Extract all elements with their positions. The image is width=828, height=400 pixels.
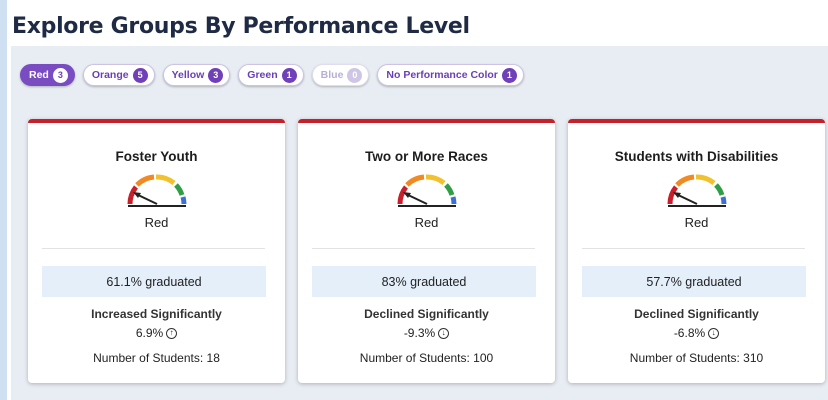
filter-count-badge: 0: [347, 67, 363, 83]
filter-no-performance-color[interactable]: No Performance Color 1: [377, 64, 524, 86]
change-label: Increased Significantly: [91, 307, 222, 321]
student-count: Number of Students: 310: [629, 351, 764, 365]
change-value: 6.9%: [135, 326, 164, 340]
filter-yellow[interactable]: Yellow 3: [162, 64, 231, 86]
page-title: Explore Groups By Performance Level: [12, 14, 470, 39]
filter-label: Blue: [320, 69, 344, 81]
filter-label: Red: [29, 69, 49, 81]
filter-label: Orange: [91, 69, 129, 81]
filter-label: Yellow: [171, 69, 205, 81]
arrow-up-circle-icon: ↑: [166, 327, 178, 339]
change-value-row: -9.3% ↓: [298, 326, 555, 340]
filter-count-badge: 3: [208, 67, 224, 83]
performance-level: Red: [144, 215, 169, 230]
graduation-rate: 57.7% graduated: [582, 266, 806, 297]
filter-green[interactable]: Green 1: [238, 64, 304, 86]
group-name: Students with Disabilities: [614, 149, 779, 164]
change-value-row: -6.8% ↓: [568, 326, 825, 340]
filter-count-badge: 1: [281, 67, 297, 83]
arrow-down-circle-icon: ↓: [438, 327, 450, 339]
change-value-row: 6.9% ↑: [28, 326, 285, 340]
card-divider: [42, 248, 265, 249]
student-count: Number of Students: 100: [359, 351, 494, 365]
group-card-foster-youth[interactable]: Foster Youth Red 61.1% graduated Increas…: [28, 119, 285, 383]
performance-level: Red: [684, 215, 709, 230]
group-card-two-or-more-races[interactable]: Two or More Races Red 83% graduated Decl…: [298, 119, 555, 383]
group-name: Two or More Races: [365, 149, 488, 164]
performance-level: Red: [414, 215, 439, 230]
filter-count-badge: 1: [501, 67, 517, 83]
student-count: Number of Students: 18: [93, 351, 220, 365]
group-name: Foster Youth: [115, 149, 198, 164]
change-label: Declined Significantly: [364, 307, 489, 321]
change-value: -6.8%: [673, 326, 706, 340]
filter-red[interactable]: Red 3: [20, 64, 75, 86]
graduation-rate: 83% graduated: [312, 266, 536, 297]
arrow-down-circle-icon: ↓: [708, 327, 720, 339]
filter-blue[interactable]: Blue 0: [311, 64, 370, 86]
change-label: Declined Significantly: [634, 307, 759, 321]
filter-count-badge: 5: [132, 67, 148, 83]
change-value: -9.3%: [403, 326, 436, 340]
filter-orange[interactable]: Orange 5: [82, 64, 155, 86]
group-card-students-with-disabilities[interactable]: Students with Disabilities Red 57.7% gra…: [568, 119, 825, 383]
performance-gauge-icon: [397, 174, 457, 207]
filter-count-badge: 3: [52, 67, 68, 83]
performance-filter-bar: Red 3 Orange 5 Yellow 3 Green 1 Blue 0 N…: [20, 64, 524, 86]
filter-label: No Performance Color: [386, 69, 498, 81]
performance-gauge-icon: [667, 174, 727, 207]
graduation-rate: 61.1% graduated: [42, 266, 266, 297]
card-divider: [582, 248, 805, 249]
performance-gauge-icon: [127, 174, 187, 207]
filter-label: Green: [247, 69, 278, 81]
card-divider: [312, 248, 535, 249]
